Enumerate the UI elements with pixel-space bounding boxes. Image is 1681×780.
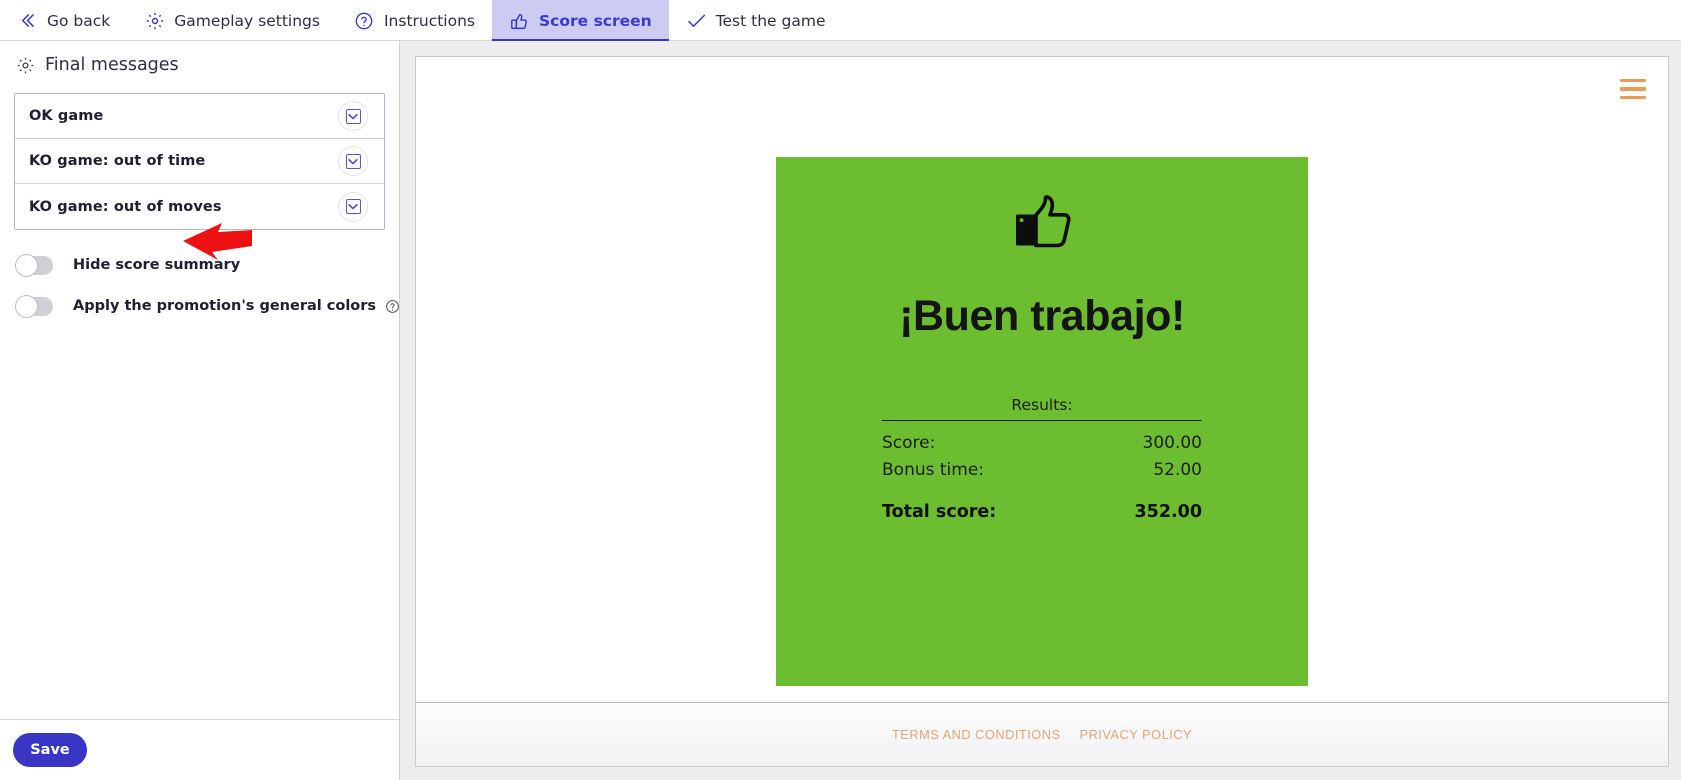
expand-button-ok-game[interactable] — [338, 101, 368, 131]
tab-label: Go back — [47, 12, 110, 30]
results-block: Results: Score: 300.00 Bonus time: 52.00… — [882, 396, 1202, 522]
top-tab-bar: Go back Gameplay settings Instructions — [0, 0, 1681, 41]
hamburger-bar — [1620, 87, 1646, 90]
hamburger-bar — [1620, 96, 1646, 99]
list-item-label: KO game: out of time — [29, 153, 205, 169]
terms-and-conditions-link[interactable]: TERMS AND CONDITIONS — [892, 727, 1061, 742]
toggle-label: Hide score summary — [73, 257, 240, 273]
expand-button-ko-out-of-time[interactable] — [338, 146, 368, 176]
save-bar: Save — [0, 719, 399, 780]
tab-label: Test the game — [716, 12, 826, 30]
list-item-ko-out-of-moves[interactable]: KO game: out of moves — [15, 184, 384, 229]
save-button[interactable]: Save — [13, 733, 87, 767]
toggle-knob — [15, 254, 38, 277]
final-messages-list: OK game KO game: out of time KO game: ou… — [14, 93, 385, 230]
hamburger-bar — [1620, 79, 1646, 82]
score-result-card: ¡Buen trabajo! Results: Score: 300.00 Bo… — [776, 157, 1308, 686]
chevron-down-icon — [346, 109, 361, 124]
tab-label: Gameplay settings — [174, 12, 320, 30]
result-label: Total score: — [882, 502, 996, 522]
expand-button-ko-out-of-moves[interactable] — [338, 192, 368, 222]
tab-test-the-game[interactable]: Test the game — [669, 0, 843, 41]
settings-sidebar: Final messages OK game KO game: out of t… — [0, 41, 400, 780]
game-preview-area: ¡Buen trabajo! Results: Score: 300.00 Bo… — [400, 41, 1681, 780]
result-value: 52.00 — [1153, 460, 1202, 480]
tab-label: Score screen — [539, 12, 652, 30]
result-label: Bonus time: — [882, 460, 984, 480]
result-label: Score: — [882, 433, 935, 453]
chevrons-left-icon — [17, 10, 38, 31]
preview-body: ¡Buen trabajo! Results: Score: 300.00 Bo… — [416, 57, 1668, 702]
gear-icon — [144, 10, 165, 31]
thumbs-up-icon — [1011, 194, 1073, 256]
question-circle-icon[interactable] — [385, 299, 400, 314]
result-value: 352.00 — [1134, 502, 1202, 522]
result-value: 300.00 — [1143, 433, 1202, 453]
preview-frame: ¡Buen trabajo! Results: Score: 300.00 Bo… — [415, 56, 1669, 767]
toggle-row-hide-score-summary: Hide score summary — [16, 250, 399, 280]
list-item-label: KO game: out of moves — [29, 199, 222, 215]
hamburger-menu-icon[interactable] — [1620, 79, 1646, 99]
result-row-score: Score: 300.00 — [882, 421, 1202, 453]
question-circle-icon — [354, 10, 375, 31]
check-icon — [686, 10, 707, 31]
list-item-ko-out-of-time[interactable]: KO game: out of time — [15, 139, 384, 184]
tab-gameplay-settings[interactable]: Gameplay settings — [127, 0, 337, 41]
thumbs-up-icon — [509, 10, 530, 31]
chevron-down-icon — [346, 154, 361, 169]
tab-label: Instructions — [384, 12, 475, 30]
gear-icon — [16, 56, 35, 75]
chevron-down-icon — [346, 199, 361, 214]
privacy-policy-link[interactable]: PRIVACY POLICY — [1080, 727, 1193, 742]
tab-score-screen[interactable]: Score screen — [492, 0, 669, 41]
result-row-bonus-time: Bonus time: 52.00 — [882, 453, 1202, 480]
card-title: ¡Buen trabajo! — [899, 292, 1185, 341]
list-item-label: OK game — [29, 108, 103, 124]
panel-title: Final messages — [0, 41, 399, 75]
tab-instructions[interactable]: Instructions — [337, 0, 492, 41]
panel-title-label: Final messages — [45, 55, 179, 75]
toggle-apply-general-colors[interactable] — [16, 297, 53, 316]
toggle-label: Apply the promotion's general colors — [73, 298, 376, 314]
toggle-knob — [15, 295, 38, 318]
list-item-ok-game[interactable]: OK game — [15, 94, 384, 139]
preview-footer: TERMS AND CONDITIONS PRIVACY POLICY — [416, 702, 1668, 766]
result-row-total-score: Total score: 352.00 — [882, 480, 1202, 522]
results-caption: Results: — [882, 396, 1202, 420]
toggle-hide-score-summary[interactable] — [16, 256, 53, 275]
tab-go-back[interactable]: Go back — [0, 0, 127, 41]
toggle-row-apply-general-colors: Apply the promotion's general colors — [16, 291, 399, 321]
